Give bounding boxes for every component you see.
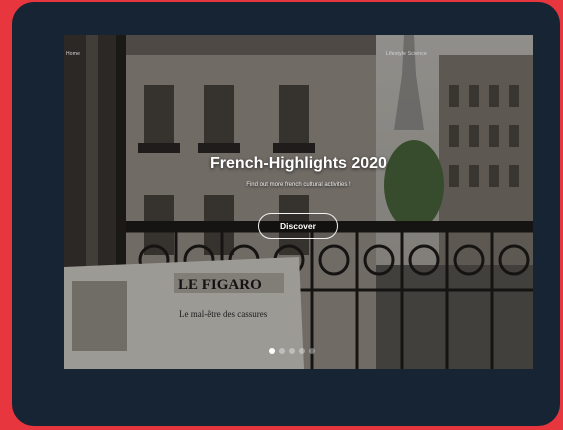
discover-button[interactable]: Discover <box>258 213 338 239</box>
carousel-dot[interactable] <box>299 348 305 354</box>
hero-carousel: LE FIGARO Le mal-être des cassures Home … <box>64 35 533 369</box>
carousel-dot[interactable] <box>289 348 295 354</box>
hero-subtitle: Find out more french cultural activities… <box>246 182 351 188</box>
hero-photo: LE FIGARO Le mal-être des cassures <box>64 35 533 369</box>
carousel-dot[interactable] <box>269 348 275 354</box>
hero-headline: French-Highlights 2020 Find out more fre… <box>64 155 533 188</box>
carousel-indicators <box>269 348 329 356</box>
carousel-dot[interactable] <box>309 348 315 354</box>
carousel-dot[interactable] <box>279 348 285 354</box>
nav-links-right[interactable]: Lifestyle Science <box>386 51 427 57</box>
nav-link-home[interactable]: Home <box>66 51 80 57</box>
hero-title: French-Highlights 2020 <box>210 155 387 172</box>
